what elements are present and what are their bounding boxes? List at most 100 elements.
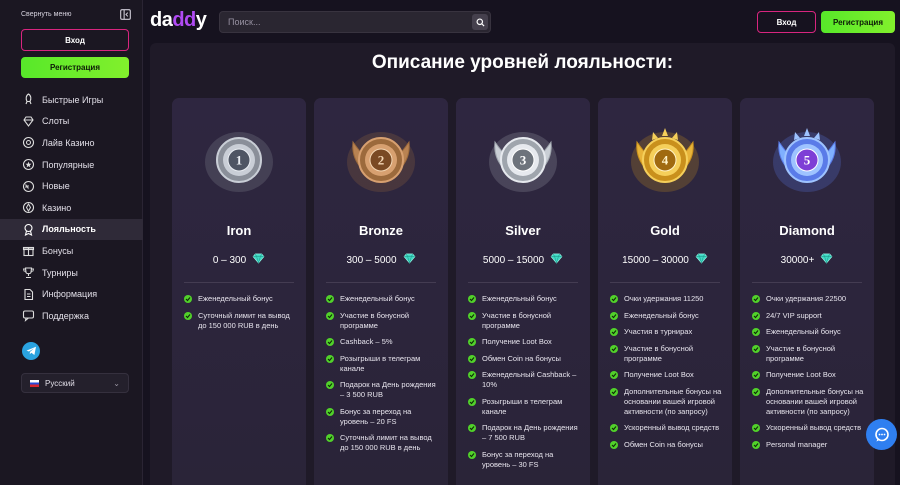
feature-item: Участие в бонусной программе bbox=[752, 344, 867, 364]
language-select[interactable]: Русский ⌄ bbox=[21, 373, 129, 393]
collapse-menu-row[interactable]: Свернуть меню bbox=[21, 8, 131, 20]
check-icon bbox=[326, 381, 334, 389]
check-icon bbox=[752, 424, 760, 432]
feature-item: Cashback – 5% bbox=[326, 337, 441, 347]
feature-text: Бонус за переход на уровень – 20 FS bbox=[340, 406, 412, 426]
feature-text: Участие в бонусной программе bbox=[766, 343, 836, 363]
check-icon bbox=[184, 311, 192, 320]
loyalty-card-silver: 3 Silver 5000 – 15000 Еженедельный бонус Уч… bbox=[456, 98, 590, 485]
sidebar-item-poker-chip[interactable]: Казино bbox=[0, 197, 143, 219]
check-icon bbox=[326, 354, 334, 363]
header-register-button[interactable]: Регистрация bbox=[821, 11, 895, 33]
level-name: Diamond bbox=[779, 223, 835, 238]
feature-text: Участие в бонусной программе bbox=[624, 343, 694, 363]
feature-item: Ускоренный вывод средств bbox=[610, 423, 725, 433]
sidebar-item-gift[interactable]: Бонусы bbox=[0, 240, 143, 262]
search-button[interactable] bbox=[472, 14, 488, 30]
feature-text: 24/7 VIP support bbox=[766, 310, 822, 320]
level-range: 0 – 300 bbox=[172, 253, 306, 267]
sidebar-item-new-badge[interactable]: Новые bbox=[0, 175, 143, 197]
search-input[interactable] bbox=[220, 12, 470, 32]
level-features: Еженедельный бонус Суточный лимит на выво… bbox=[184, 294, 299, 337]
chat-bubble-icon bbox=[874, 427, 889, 441]
feature-item: Участие в бонусной программе bbox=[468, 311, 583, 331]
feature-item: Получение Loot Box bbox=[468, 337, 583, 347]
check-icon bbox=[326, 407, 334, 416]
loyalty-card-diamond: 5 Diamond 30000+ Очки удержания 22500 24/7 … bbox=[740, 98, 874, 485]
sidebar-item-label: Быстрые Игры bbox=[42, 94, 104, 105]
feature-text: Personal manager bbox=[766, 439, 828, 449]
support-chat-button[interactable] bbox=[866, 419, 897, 450]
check-icon bbox=[752, 328, 760, 336]
feature-item: Дополнительные бонусы на основании вашей… bbox=[610, 387, 725, 417]
feature-item: Подарок на День рождения – 7 500 RUB bbox=[468, 423, 583, 443]
level-range-text: 0 – 300 bbox=[212, 254, 247, 266]
loyalty-content: Описание уровней лояльности: 1 Iron 0 – 3… bbox=[150, 43, 895, 485]
sidebar-item-star[interactable]: Популярные bbox=[0, 154, 143, 176]
check-icon bbox=[752, 311, 760, 320]
gem-icon bbox=[544, 253, 563, 267]
feature-item: Обмен Coin на бонусы bbox=[610, 440, 725, 450]
level-features: Еженедельный бонус Участие в бонусной про… bbox=[468, 294, 583, 476]
feature-text: Бонус за переход на уровень – 30 FS bbox=[482, 449, 554, 469]
feature-item: Участие в бонусной программе bbox=[326, 311, 441, 331]
gift-icon bbox=[22, 244, 35, 257]
star-icon bbox=[22, 158, 35, 171]
card-divider bbox=[752, 282, 862, 283]
check-icon bbox=[184, 295, 192, 303]
level-range: 15000 – 30000 bbox=[598, 253, 732, 267]
sidebar-login-button[interactable]: Вход bbox=[21, 29, 129, 51]
feature-item: Еженедельный бонус bbox=[610, 311, 725, 321]
level-features: Еженедельный бонус Участие в бонусной про… bbox=[326, 294, 441, 460]
feature-text: Еженедельный Cashback – 10% bbox=[482, 370, 577, 389]
sidebar-item-label: Слоты bbox=[42, 116, 70, 127]
check-icon bbox=[752, 344, 760, 353]
feature-item: Personal manager bbox=[752, 440, 867, 450]
feature-item: Еженедельный бонус bbox=[468, 294, 583, 304]
level-range-text: 5000 – 15000 bbox=[482, 254, 545, 266]
header-login-button[interactable]: Вход bbox=[757, 11, 816, 33]
chat-icon bbox=[22, 309, 35, 323]
feature-item: Ускоренный вывод средств bbox=[752, 423, 867, 433]
feature-text: Розыгрыши в телеграм канале bbox=[340, 353, 421, 373]
feature-text: Подарок на День рождения – 7 500 RUB bbox=[482, 423, 578, 442]
check-icon bbox=[326, 338, 334, 346]
level-name: Bronze bbox=[358, 223, 404, 238]
sidebar-item-loyalty[interactable]: Лояльность bbox=[0, 218, 143, 241]
feature-text: Суточный лимит на вывод до 150 000 RUB в… bbox=[198, 310, 290, 330]
card-divider bbox=[184, 282, 294, 283]
russia-flag-icon bbox=[30, 379, 39, 387]
check-icon bbox=[326, 311, 334, 320]
feature-item: Розыгрыши в телеграм канале bbox=[326, 354, 441, 374]
sidebar-item-chip[interactable]: Лайв Казино bbox=[0, 132, 143, 154]
sidebar-item-label: Поддержка bbox=[42, 310, 89, 321]
document-icon bbox=[22, 288, 35, 301]
sidebar-item-rocket[interactable]: Быстрые Игры bbox=[0, 89, 143, 111]
feature-text: Еженедельный бонус bbox=[482, 294, 557, 303]
check-icon bbox=[752, 295, 760, 303]
medal-number: 4 bbox=[662, 153, 669, 168]
feature-text: Cashback – 5% bbox=[340, 337, 393, 346]
sidebar-item-diamond[interactable]: Слоты bbox=[0, 111, 143, 133]
sidebar-item-label: Казино bbox=[42, 202, 72, 213]
feature-text: Получение Loot Box bbox=[766, 370, 836, 379]
sidebar-nav: Быстрые Игры Слоты Лайв Казино Популярные Но… bbox=[0, 89, 143, 327]
check-icon bbox=[752, 440, 760, 449]
telegram-icon[interactable] bbox=[22, 342, 40, 360]
sidebar-item-chat[interactable]: Поддержка bbox=[0, 305, 143, 327]
level-name: Silver bbox=[505, 223, 541, 238]
level-features: Очки удержания 22500 24/7 VIP support Ежен… bbox=[752, 294, 867, 456]
check-icon bbox=[610, 387, 618, 396]
logo[interactable]: daddy bbox=[150, 9, 207, 33]
collapse-sidebar-icon[interactable] bbox=[120, 8, 131, 20]
feature-item: Еженедельный бонус bbox=[184, 294, 299, 304]
sidebar-item-trophy[interactable]: Турниры bbox=[0, 262, 143, 284]
feature-text: Очки удержания 11250 bbox=[624, 294, 704, 303]
top-header: daddy Вход Регистрация bbox=[143, 0, 900, 43]
feature-text: Ускоренный вывод средств bbox=[624, 423, 720, 432]
feature-item: Бонус за переход на уровень – 30 FS bbox=[468, 450, 583, 470]
feature-item: Очки удержания 22500 bbox=[752, 294, 867, 304]
sidebar-item-document[interactable]: Информация bbox=[0, 283, 143, 305]
sidebar: Свернуть меню Вход Регистрация Быстрые И… bbox=[0, 0, 143, 485]
sidebar-register-button[interactable]: Регистрация bbox=[21, 57, 129, 78]
